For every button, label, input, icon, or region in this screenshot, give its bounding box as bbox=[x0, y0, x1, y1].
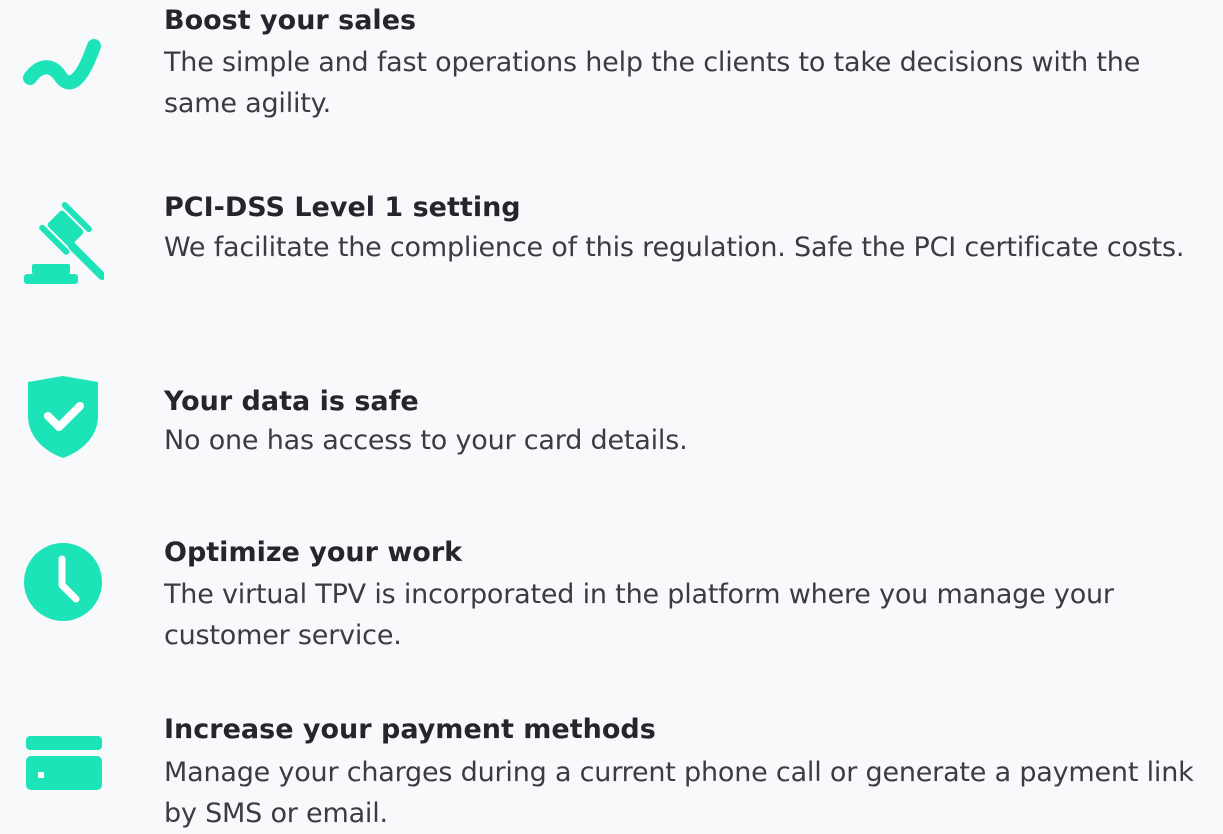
gavel-icon bbox=[22, 202, 104, 284]
feature-description: We facilitate the complience of this reg… bbox=[164, 232, 1185, 263]
trend-line-icon bbox=[22, 28, 104, 110]
feature-description: No one has access to your card details. bbox=[164, 425, 688, 456]
shield-check-icon bbox=[22, 376, 104, 458]
credit-card-icon bbox=[22, 720, 104, 802]
feature-title: PCI-DSS Level 1 setting bbox=[164, 192, 521, 223]
feature-title: Boost your sales bbox=[164, 5, 417, 36]
feature-description: The virtual TPV is incorporated in the p… bbox=[164, 579, 1114, 651]
feature-description: Manage your charges during a current pho… bbox=[164, 757, 1194, 829]
feature-title: Increase your payment methods bbox=[164, 714, 656, 745]
feature-title: Your data is safe bbox=[164, 386, 419, 417]
feature-title: Optimize your work bbox=[164, 537, 463, 568]
feature-description: The simple and fast operations help the … bbox=[164, 47, 1141, 119]
clock-icon bbox=[22, 541, 104, 623]
